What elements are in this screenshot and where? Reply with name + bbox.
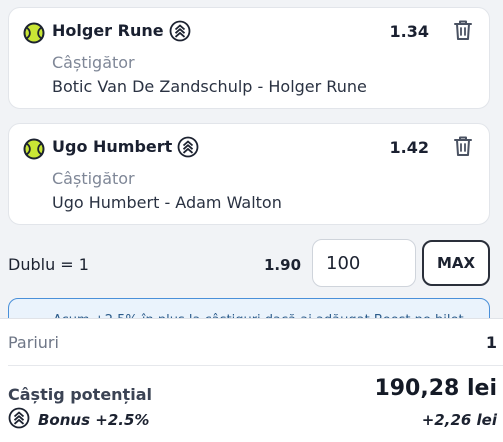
bonus-label: Bonus +2.5% xyxy=(38,411,150,429)
selection-odds[interactable]: 1.42 xyxy=(390,138,429,157)
trash-icon[interactable] xyxy=(453,19,473,41)
max-stake-button[interactable]: MAX xyxy=(422,240,490,286)
trash-icon[interactable] xyxy=(453,135,473,157)
potential-gain-label: Câștig potențial xyxy=(8,385,152,404)
bets-count-value: 1 xyxy=(485,333,497,352)
total-odds: 1.90 xyxy=(264,256,302,274)
tennis-ball-icon xyxy=(23,138,45,160)
boost-chevrons-icon[interactable] xyxy=(177,136,199,158)
potential-gain-value: 190,28 lei xyxy=(374,376,497,401)
bonus-value: +2,26 lei xyxy=(421,411,497,429)
selection-name: Ugo Humbert xyxy=(52,137,173,156)
market-label: Câștigător xyxy=(52,53,135,72)
betslip-summary: Pariuri 1 Câștig potențial 190,28 lei Bo… xyxy=(0,318,503,442)
divider xyxy=(8,365,503,366)
selection-odds[interactable]: 1.34 xyxy=(390,22,429,41)
bet-stake-row: Dublu = 1 1.90 MAX xyxy=(0,238,503,288)
stake-input[interactable] xyxy=(312,239,416,287)
event-name: Botic Van De Zandschulp - Holger Rune xyxy=(52,77,367,96)
selection-name: Holger Rune xyxy=(52,21,164,40)
tennis-ball-icon xyxy=(23,22,45,44)
bets-count-label: Pariuri xyxy=(8,333,59,352)
boost-chevrons-icon[interactable] xyxy=(169,20,191,42)
selection-card: Ugo Humbert 1.42 Câștigător Ugo Humbert … xyxy=(8,123,490,225)
event-name: Ugo Humbert - Adam Walton xyxy=(52,193,282,212)
boost-chevrons-icon xyxy=(8,407,30,429)
market-label: Câștigător xyxy=(52,169,135,188)
bet-type-label: Dublu = 1 xyxy=(8,255,89,274)
selection-card: Holger Rune 1.34 Câștigător Botic Van De… xyxy=(8,7,490,109)
